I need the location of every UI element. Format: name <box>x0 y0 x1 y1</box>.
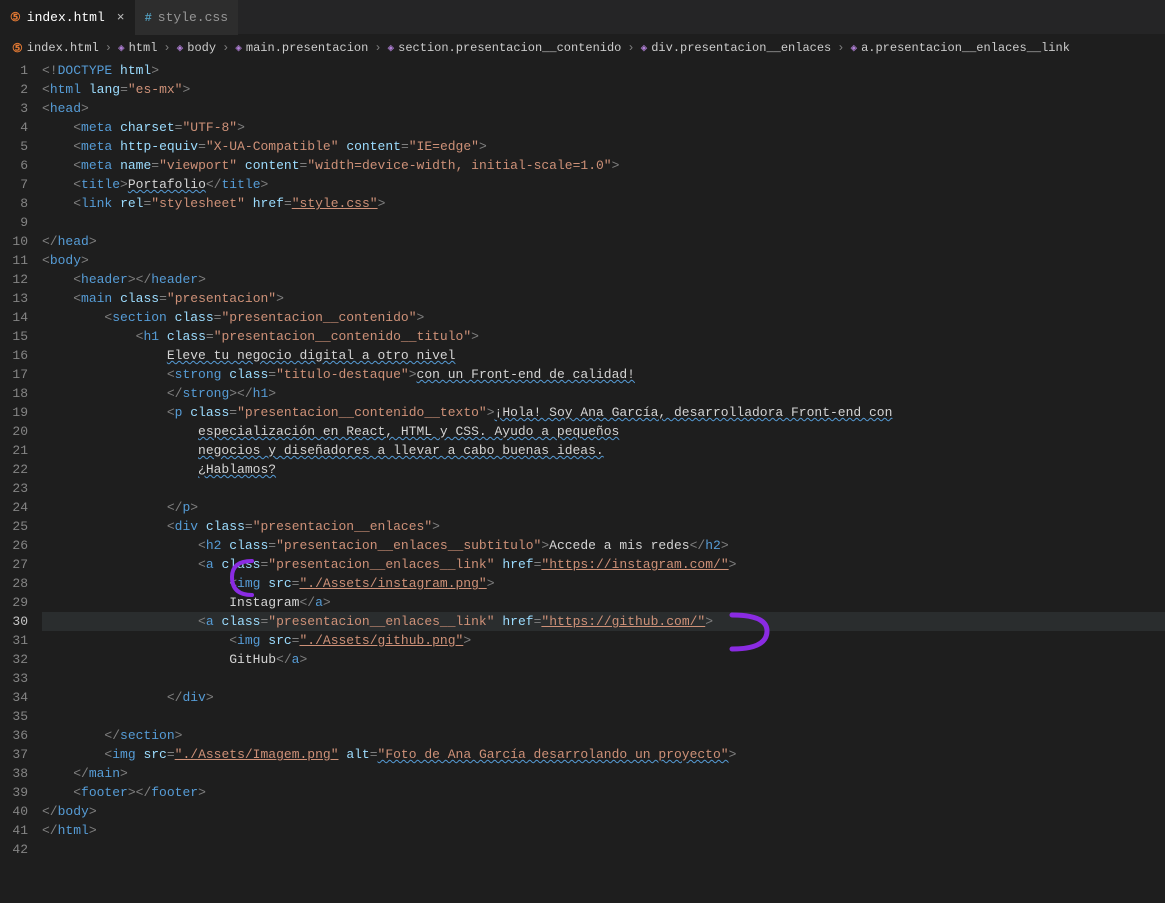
html-file-icon: ⑤ <box>10 10 21 25</box>
breadcrumb-item[interactable]: ◈ main.presentacion <box>235 41 368 55</box>
breadcrumb-item[interactable]: ◈ body <box>177 41 216 55</box>
close-icon[interactable]: × <box>117 10 125 25</box>
symbol-icon: ◈ <box>850 41 857 55</box>
symbol-icon: ◈ <box>177 41 184 55</box>
tab-label: style.css <box>158 10 228 25</box>
breadcrumb-item[interactable]: ◈ html <box>118 41 157 55</box>
symbol-icon: ◈ <box>641 41 648 55</box>
symbol-icon: ◈ <box>388 41 395 55</box>
breadcrumb-item[interactable]: ◈ div.presentacion__enlaces <box>641 41 832 55</box>
breadcrumb-item[interactable]: ⑤ index.html <box>12 41 99 56</box>
breadcrumb-bar: ⑤ index.html › ◈ html › ◈ body › ◈ main.… <box>0 35 1165 61</box>
code-content[interactable]: <!DOCTYPE html> <html lang="es-mx"> <hea… <box>42 61 1165 903</box>
chevron-right-icon: › <box>627 41 634 55</box>
line-numbers: 1234567891011121314151617181920212223242… <box>0 61 42 903</box>
tab-style-css[interactable]: # style.css <box>135 0 238 35</box>
symbol-icon: ◈ <box>235 41 242 55</box>
editor-area[interactable]: 1234567891011121314151617181920212223242… <box>0 61 1165 903</box>
css-file-icon: # <box>145 11 152 25</box>
chevron-right-icon: › <box>374 41 381 55</box>
breadcrumb-item[interactable]: ◈ section.presentacion__contenido <box>388 41 622 55</box>
chevron-right-icon: › <box>837 41 844 55</box>
chevron-right-icon: › <box>222 41 229 55</box>
tab-label: index.html <box>27 10 105 25</box>
html-file-icon: ⑤ <box>12 41 23 56</box>
tab-index-html[interactable]: ⑤ index.html × <box>0 0 135 35</box>
chevron-right-icon: › <box>105 41 112 55</box>
breadcrumb-item[interactable]: ◈ a.presentacion__enlaces__link <box>850 41 1069 55</box>
editor-tabs: ⑤ index.html × # style.css <box>0 0 1165 35</box>
chevron-right-icon: › <box>163 41 170 55</box>
symbol-icon: ◈ <box>118 41 125 55</box>
